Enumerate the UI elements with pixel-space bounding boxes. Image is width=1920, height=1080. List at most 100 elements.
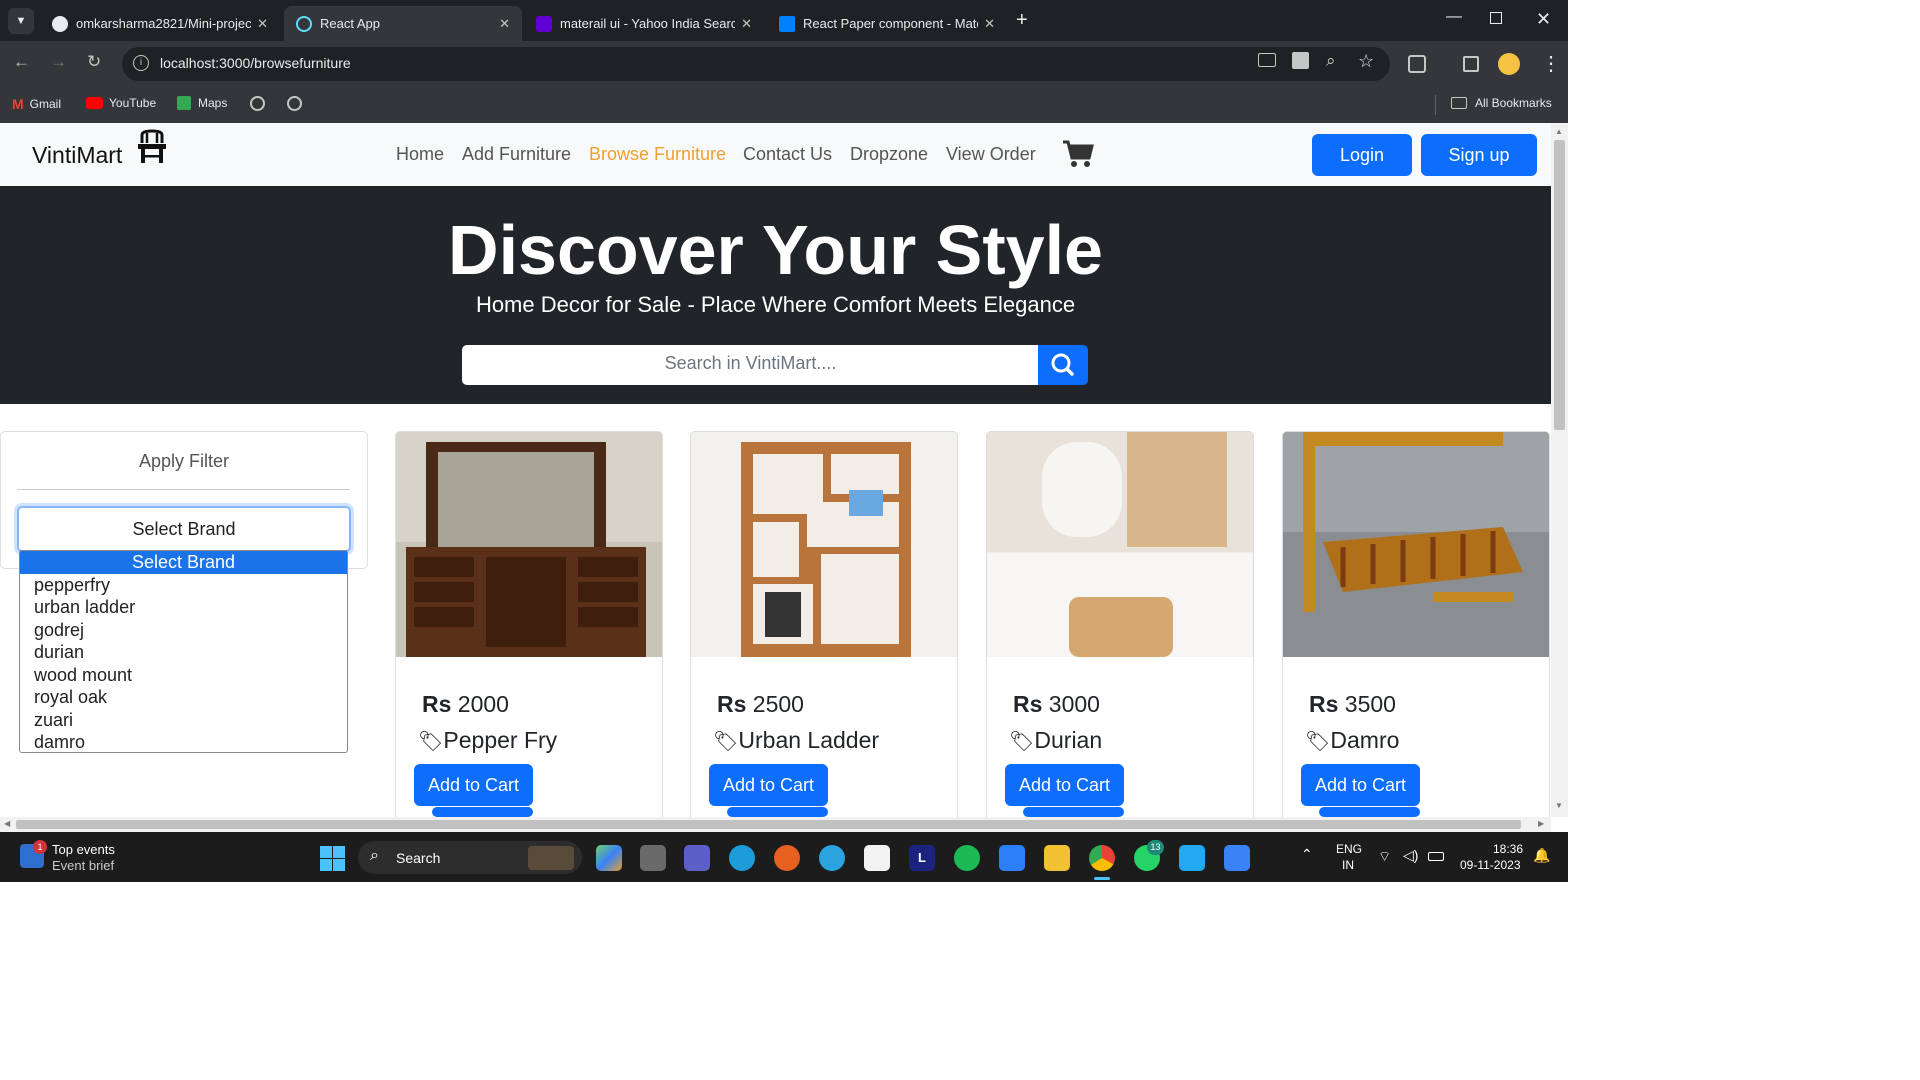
add-to-cart-button[interactable]: Add to Cart bbox=[1005, 764, 1124, 806]
bookmark-star-icon[interactable]: ☆ bbox=[1358, 51, 1374, 72]
globe-icon[interactable] bbox=[250, 96, 265, 111]
scroll-right-arrow[interactable]: ▶ bbox=[1538, 819, 1544, 828]
bookmark-maps[interactable]: Maps bbox=[177, 96, 227, 110]
close-tab-icon[interactable]: ✕ bbox=[499, 16, 510, 32]
browser-tab[interactable]: materail ui - Yahoo India Search ✕ bbox=[524, 6, 764, 41]
signup-button[interactable]: Sign up bbox=[1421, 134, 1537, 176]
site-logo[interactable]: VintiMart bbox=[32, 142, 122, 169]
secondary-button[interactable] bbox=[1319, 807, 1420, 817]
address-bar[interactable]: i localhost:3000/browsefurniture ⌕ ☆ bbox=[122, 47, 1390, 81]
dropdown-option[interactable]: durian bbox=[20, 641, 347, 664]
reload-icon[interactable]: ↻ bbox=[87, 52, 101, 72]
restore-button[interactable] bbox=[1490, 12, 1502, 24]
secondary-button[interactable] bbox=[432, 807, 533, 817]
horizontal-scrollbar[interactable]: ◀ ▶ bbox=[0, 817, 1551, 832]
forward-icon[interactable]: → bbox=[50, 52, 67, 72]
nav-browse-furniture[interactable]: Browse Furniture bbox=[589, 144, 726, 165]
browser-tab-active[interactable]: React App ✕ bbox=[284, 6, 522, 41]
nav-view-order[interactable]: View Order bbox=[946, 144, 1036, 165]
browser-tab[interactable]: omkarsharma2821/Mini-project ✕ bbox=[40, 6, 280, 41]
bookmark-gmail[interactable]: M Gmail bbox=[12, 96, 61, 112]
dropdown-option[interactable]: pepperfry bbox=[20, 574, 347, 597]
todo-icon[interactable] bbox=[999, 845, 1025, 871]
scroll-up-arrow[interactable]: ▲ bbox=[1555, 127, 1563, 136]
vertical-scrollbar[interactable]: ▲ ▼ bbox=[1551, 123, 1568, 817]
chrome-icon[interactable] bbox=[1089, 845, 1115, 871]
translate-icon[interactable] bbox=[1292, 52, 1309, 69]
taskview-icon[interactable] bbox=[640, 845, 666, 871]
nav-add-furniture[interactable]: Add Furniture bbox=[462, 144, 571, 165]
add-to-cart-button[interactable]: Add to Cart bbox=[1301, 764, 1420, 806]
dropdown-option[interactable]: urban ladder bbox=[20, 596, 347, 619]
nav-dropzone[interactable]: Dropzone bbox=[850, 144, 928, 165]
photos-icon[interactable] bbox=[1224, 845, 1250, 871]
bookmark-youtube[interactable]: YouTube bbox=[86, 96, 156, 110]
language-indicator[interactable]: ENG bbox=[1336, 842, 1362, 856]
tab-search-button[interactable]: ▼ bbox=[8, 8, 34, 34]
tray-chevron-icon[interactable]: ⌃ bbox=[1301, 846, 1313, 863]
side-panel-icon[interactable] bbox=[1463, 56, 1479, 72]
dropdown-option[interactable]: damro bbox=[20, 731, 347, 754]
clock-time[interactable]: 18:36 bbox=[1493, 842, 1523, 856]
browser-menu-icon[interactable]: ⋮ bbox=[1541, 51, 1561, 76]
minimize-button[interactable]: — bbox=[1446, 8, 1462, 26]
site-info-icon[interactable]: i bbox=[133, 55, 149, 71]
file-explorer-icon[interactable] bbox=[1044, 845, 1070, 871]
scroll-left-arrow[interactable]: ◀ bbox=[4, 819, 10, 828]
nav-contact-us[interactable]: Contact Us bbox=[743, 144, 832, 165]
nav-home[interactable]: Home bbox=[396, 144, 444, 165]
install-icon[interactable] bbox=[1258, 53, 1276, 67]
close-tab-icon[interactable]: ✕ bbox=[741, 16, 752, 32]
secondary-button[interactable] bbox=[727, 807, 828, 817]
windows-icon bbox=[320, 846, 345, 871]
wifi-icon[interactable]: ⌔ bbox=[1378, 848, 1391, 866]
extensions-icon[interactable] bbox=[1408, 55, 1426, 73]
all-bookmarks[interactable]: All Bookmarks bbox=[1451, 96, 1552, 110]
edge-icon[interactable] bbox=[729, 845, 755, 871]
volume-icon[interactable]: ◁) bbox=[1403, 847, 1418, 864]
search-input[interactable]: Search in VintiMart.... bbox=[462, 345, 1039, 385]
secondary-button[interactable] bbox=[1023, 807, 1124, 817]
browser-tab[interactable]: React Paper component - Mate ✕ bbox=[767, 6, 1007, 41]
teams-icon[interactable] bbox=[684, 845, 710, 871]
scrollbar-thumb[interactable] bbox=[1554, 140, 1565, 430]
scroll-down-arrow[interactable]: ▼ bbox=[1555, 801, 1563, 810]
spotify-icon[interactable] bbox=[954, 845, 980, 871]
login-button[interactable]: Login bbox=[1312, 134, 1412, 176]
search-button[interactable] bbox=[1038, 345, 1088, 385]
vscode-icon[interactable] bbox=[1179, 845, 1205, 871]
dropdown-option[interactable]: royal oak bbox=[20, 686, 347, 709]
new-tab-button[interactable]: + bbox=[1016, 9, 1028, 32]
close-window-button[interactable]: ✕ bbox=[1536, 9, 1551, 30]
whatsapp-badge: 13 bbox=[1147, 840, 1164, 855]
firefox-icon[interactable] bbox=[774, 845, 800, 871]
lens-icon[interactable]: L bbox=[909, 845, 935, 871]
chair-icon bbox=[138, 129, 166, 163]
telegram-icon[interactable] bbox=[819, 845, 845, 871]
add-to-cart-button[interactable]: Add to Cart bbox=[709, 764, 828, 806]
store-icon[interactable] bbox=[864, 845, 890, 871]
scrollbar-thumb[interactable] bbox=[16, 820, 1521, 829]
battery-icon[interactable] bbox=[1428, 852, 1444, 861]
browser-toolbar: ← → ↻ i localhost:3000/browsefurniture ⌕… bbox=[0, 41, 1568, 87]
globe-icon[interactable] bbox=[287, 96, 302, 111]
clock-date: 09-11-2023 bbox=[1460, 858, 1521, 872]
tab-title: React Paper component - Mate bbox=[803, 16, 979, 31]
dropdown-option[interactable]: zuari bbox=[20, 709, 347, 732]
close-tab-icon[interactable]: ✕ bbox=[984, 16, 995, 32]
zoom-icon[interactable]: ⌕ bbox=[1326, 51, 1336, 71]
dropdown-option[interactable]: godrej bbox=[20, 619, 347, 642]
add-to-cart-button[interactable]: Add to Cart bbox=[414, 764, 533, 806]
notification-bell-icon[interactable]: 🔔 bbox=[1533, 847, 1550, 864]
dropdown-option[interactable]: wood mount bbox=[20, 664, 347, 687]
start-button[interactable] bbox=[320, 846, 345, 871]
taskbar-search[interactable]: ⌕ Search bbox=[358, 841, 582, 874]
brand-select[interactable]: Select Brand bbox=[17, 506, 351, 552]
back-icon[interactable]: ← bbox=[13, 52, 30, 72]
close-tab-icon[interactable]: ✕ bbox=[257, 16, 268, 32]
dropdown-option-selected[interactable]: Select Brand bbox=[20, 551, 347, 574]
cart-icon[interactable] bbox=[1062, 139, 1094, 169]
widget-title[interactable]: Top events bbox=[52, 842, 115, 857]
copilot-icon[interactable] bbox=[596, 845, 622, 871]
profile-avatar[interactable] bbox=[1498, 53, 1520, 75]
